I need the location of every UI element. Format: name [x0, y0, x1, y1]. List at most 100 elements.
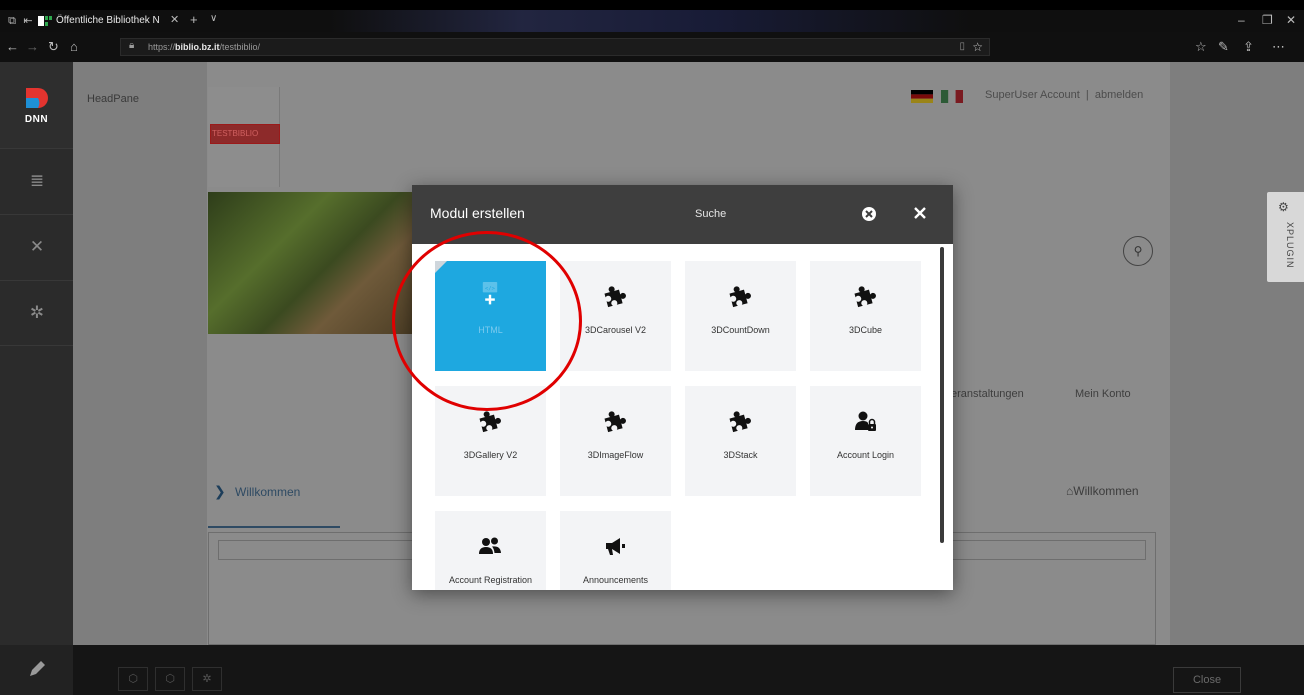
dnn-logo-text: DNN [24, 114, 49, 125]
logout-link[interactable]: abmelden [1095, 89, 1143, 101]
page-search-button[interactable]: ⚲ [1123, 236, 1153, 266]
page-settings-button[interactable]: ✲ [192, 667, 222, 691]
browser-tab-bar: ⧉ ⇤ Öffentliche Bibliothek N ✕ + ∨ – ❐ ✕ [0, 10, 1304, 32]
settings-icon: ✲ [29, 303, 45, 322]
megaphone-icon [606, 538, 625, 555]
more-icon[interactable]: ⋯ [1272, 39, 1285, 55]
tools-icon: ✕ [29, 237, 45, 256]
tab-close-icon[interactable]: ✕ [170, 13, 179, 26]
sidebar-item-edit[interactable] [0, 645, 73, 695]
url-text[interactable]: https://biblio.bz.it/testbiblio/ [148, 42, 260, 52]
puzzle-icon [479, 411, 501, 433]
close-button[interactable]: Close [1173, 667, 1241, 693]
share-icon[interactable]: ⇪ [1243, 39, 1254, 55]
nav-mein-konto[interactable]: Mein Konto [1075, 388, 1131, 400]
tab-title[interactable]: Öffentliche Bibliothek N [56, 15, 160, 26]
puzzle-icon [729, 286, 751, 308]
sidebar-item-content[interactable]: ≣ [0, 148, 73, 214]
tab-aside-icon[interactable]: ⇤ [20, 13, 36, 29]
module-tile-account-login[interactable]: Account Login [810, 386, 921, 496]
add-existing-module-button[interactable]: ⬡ [155, 667, 185, 691]
module-tile-label: Announcements [582, 575, 649, 585]
module-tile-3dgallery[interactable]: 3DGallery V2 [435, 386, 546, 496]
module-tile-label: 3DCarousel V2 [584, 325, 647, 335]
reading-view-icon[interactable]: ▯ [959, 41, 965, 52]
chevron-right-icon: ❯ [214, 483, 226, 499]
module-tile-label: 3DCountDown [711, 325, 770, 335]
module-search-input[interactable] [695, 204, 845, 224]
users-icon [479, 537, 501, 554]
dnn-favicon-icon [38, 16, 52, 26]
module-tile-label: 3DGallery V2 [463, 450, 518, 460]
lock-icon: 🔒︎ [129, 40, 135, 51]
home-icon[interactable]: ⌂ [70, 39, 78, 54]
tab-actions-icon[interactable]: ⧉ [4, 13, 20, 29]
user-lock-icon [855, 411, 876, 431]
maximize-icon[interactable]: ❐ [1262, 13, 1273, 27]
breadcrumb-underline [208, 526, 340, 528]
module-tile-label: Account Login [836, 450, 895, 460]
sidebar-item-settings[interactable]: ✲ [0, 280, 73, 346]
nav-veranstaltungen[interactable]: eranstaltungen [951, 388, 1024, 400]
italian-flag-icon[interactable] [941, 90, 963, 103]
back-icon[interactable]: ← [6, 39, 19, 54]
hero-image [208, 192, 418, 334]
clear-search-icon[interactable] [861, 206, 877, 222]
module-tile-html[interactable]: </> HTML [435, 261, 546, 371]
xplugin-label: XPLUGIN [1285, 222, 1295, 269]
dnn-logo-icon [26, 88, 48, 108]
module-tile-label: 3DImageFlow [587, 450, 644, 460]
home-breadcrumb-link[interactable]: ⌂Willkommen [1066, 484, 1139, 498]
favorites-icon[interactable]: ☆ [1195, 39, 1207, 55]
module-tile-account-registration[interactable]: Account Registration [435, 511, 546, 590]
user-account-links: SuperUser Account | abmelden [985, 89, 1143, 101]
gears-icon: ⚙ [1278, 200, 1289, 214]
module-tile-3dcube[interactable]: 3DCube [810, 261, 921, 371]
puzzle-icon [604, 286, 626, 308]
svg-text:</>: </> [485, 286, 496, 292]
tab-bar-background [330, 10, 970, 32]
module-tile-label: 3DCube [848, 325, 883, 335]
module-tile-label: HTML [478, 325, 503, 335]
breadcrumb[interactable]: Willkommen [235, 485, 300, 499]
favorite-star-icon[interactable]: ☆ [972, 40, 983, 54]
cube-icon: ⬡ [128, 673, 138, 685]
html-add-icon: </> [482, 282, 498, 305]
minimize-icon[interactable]: – [1238, 13, 1245, 27]
module-tile-label: 3DStack [723, 450, 758, 460]
add-module-button[interactable]: ⬡ [118, 667, 148, 691]
pencil-icon [30, 661, 45, 676]
user-account-link[interactable]: SuperUser Account [985, 89, 1080, 101]
edit-bar: ⬡ ⬡ ✲ Close [73, 645, 1304, 695]
dialog-header: Modul erstellen [412, 185, 953, 244]
module-tile-3dimageflow[interactable]: 3DImageFlow [560, 386, 671, 496]
forward-icon[interactable]: → [26, 39, 39, 54]
refresh-icon[interactable]: ↻ [48, 39, 59, 55]
module-grid: </> HTML 3DCarousel V2 3DCountDown 3DCub… [412, 244, 953, 590]
sidebar-item-tools[interactable]: ✕ [0, 214, 73, 280]
close-icon[interactable] [912, 205, 928, 221]
address-bar[interactable]: 🔒︎ https://biblio.bz.it/testbiblio/ ▯ ☆ [120, 38, 990, 56]
tab-list-chevron-icon[interactable]: ∨ [210, 13, 217, 24]
separator: | [1085, 89, 1089, 101]
dnn-logo[interactable]: DNN [0, 62, 73, 148]
new-tab-icon[interactable]: + [190, 12, 198, 27]
create-module-dialog: Modul erstellen </> HTML [412, 185, 953, 590]
module-tile-3dcountdown[interactable]: 3DCountDown [685, 261, 796, 371]
xplugin-tab[interactable]: ⚙ XPLUGIN [1267, 192, 1304, 282]
testbiblio-logo[interactable]: TESTBIBLIO [210, 124, 280, 144]
puzzle-icon [729, 411, 751, 433]
browser-nav-bar: ← → ↻ ⌂ 🔒︎ https://biblio.bz.it/testbibl… [0, 32, 1304, 62]
content-icon: ≣ [29, 171, 45, 190]
pen-notes-icon[interactable]: ✎ [1218, 39, 1229, 55]
tile-corner [435, 261, 447, 273]
module-tile-3dstack[interactable]: 3DStack [685, 386, 796, 496]
window-close-icon[interactable]: ✕ [1286, 13, 1296, 27]
module-tile-announcements[interactable]: Announcements [560, 511, 671, 590]
german-flag-icon[interactable] [911, 90, 933, 103]
module-grid-scrollbar[interactable] [940, 247, 944, 543]
dnn-persona-bar: DNN ≣ ✕ ✲ [0, 62, 73, 695]
module-tile-3dcarousel[interactable]: 3DCarousel V2 [560, 261, 671, 371]
search-icon: ⚲ [1133, 244, 1143, 258]
dialog-title: Modul erstellen [430, 205, 525, 221]
